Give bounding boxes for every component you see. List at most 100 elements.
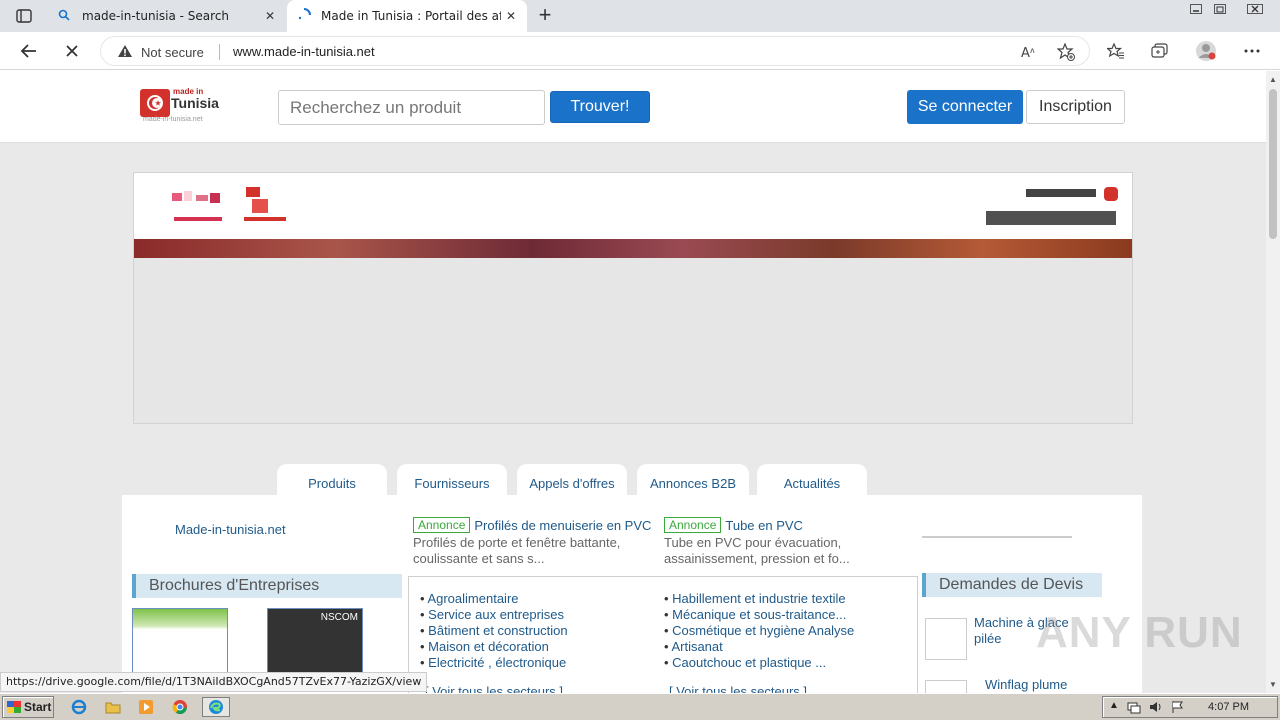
window-close-icon[interactable] — [1242, 2, 1268, 16]
close-icon[interactable]: ✕ — [503, 8, 519, 24]
site-logo[interactable]: made in Tunisia made-in-tunisia.net — [140, 87, 226, 125]
signup-button[interactable]: Inscription — [1026, 90, 1125, 124]
site-link[interactable]: Made-in-tunisia.net — [175, 522, 286, 537]
link-status-url: https://drive.google.com/file/d/1T3NAiId… — [0, 672, 428, 692]
scrollbar-thumb[interactable] — [1269, 89, 1277, 239]
more-menu-icon[interactable] — [1239, 39, 1265, 63]
edge-icon[interactable] — [202, 697, 230, 717]
brochures-heading: Brochures d'Entreprises — [132, 574, 402, 598]
url-text[interactable]: www.made-in-tunisia.net — [233, 44, 375, 59]
clock[interactable]: 4:07 PM — [1208, 701, 1249, 713]
tab-title: Made in Tunisia : Portail des affair — [321, 9, 501, 23]
section-tabs: Produits Fournisseurs Appels d'offres An… — [0, 464, 1266, 496]
tab-annonces-b2b[interactable]: Annonces B2B — [637, 464, 749, 496]
volume-icon[interactable] — [1149, 700, 1163, 717]
find-button[interactable]: Trouver! — [550, 91, 650, 123]
ad-banner[interactable] — [133, 172, 1133, 424]
chrome-icon[interactable] — [169, 697, 191, 717]
brochure-thumbnail[interactable] — [132, 608, 228, 678]
ad-badge: Annonce — [664, 517, 722, 533]
new-tab-button[interactable]: + — [534, 4, 556, 27]
loading-icon — [297, 7, 311, 25]
see-all-sectors-link[interactable]: [ Voir tous les secteurs ] — [425, 684, 563, 693]
quotes-heading: Demandes de Devis — [922, 573, 1102, 597]
start-button[interactable]: Start — [2, 696, 54, 718]
windows-logo-icon — [7, 701, 21, 713]
browser-tab-active[interactable]: Made in Tunisia : Portail des affair ✕ — [287, 0, 527, 32]
sector-link[interactable]: Bâtiment et construction — [420, 623, 567, 638]
ie-icon[interactable] — [68, 697, 90, 717]
sponsored-ad[interactable]: Annonce Profilés de menuiserie en PVC Pr… — [413, 517, 668, 567]
scroll-down-icon[interactable]: ▼ — [1269, 680, 1277, 689]
security-label: Not secure — [141, 45, 204, 60]
scroll-up-icon[interactable]: ▲ — [1269, 75, 1277, 84]
media-player-icon[interactable] — [135, 697, 157, 717]
minimize-icon[interactable] — [1186, 2, 1206, 16]
site-header: made in Tunisia made-in-tunisia.net Trou… — [0, 71, 1266, 143]
back-icon[interactable] — [14, 39, 42, 63]
ad-badge: Annonce — [413, 517, 471, 533]
logo-sub-text: made-in-tunisia.net — [143, 116, 203, 123]
anyrun-watermark: ANY RUN — [1036, 608, 1243, 657]
brochure-thumbnail[interactable]: NSCOM — [267, 608, 363, 678]
read-aloud-icon[interactable]: Aʌ — [1019, 41, 1041, 63]
logo-main-text: Tunisia — [171, 95, 219, 111]
tab-appels-offres[interactable]: Appels d'offres — [517, 464, 627, 496]
tab-title: made-in-tunisia - Search — [82, 9, 230, 23]
quote-link[interactable]: Winflag plume — [985, 677, 1095, 693]
sector-link[interactable]: Agroalimentaire — [420, 591, 518, 606]
windows-taskbar: Start ▲ 4:07 PM — [0, 693, 1280, 720]
svg-text:ʌ: ʌ — [1030, 46, 1035, 55]
sector-link[interactable]: Artisanat — [664, 639, 722, 654]
security-indicator[interactable]: Not secure — [117, 44, 204, 61]
web-page: made in Tunisia made-in-tunisia.net Trou… — [0, 71, 1266, 693]
quote-thumbnail[interactable] — [925, 680, 967, 693]
ad-description: Profilés de porte et fenêtre battante, c… — [413, 535, 621, 566]
add-favorite-icon[interactable] — [1055, 41, 1077, 63]
sector-link[interactable]: Caoutchouc et plastique ... — [664, 655, 826, 670]
tab-actions-icon[interactable] — [10, 6, 38, 26]
network-icon[interactable] — [1127, 700, 1141, 717]
quote-thumbnail[interactable] — [925, 618, 967, 660]
sector-link[interactable]: Habillement et industrie textile — [664, 591, 845, 606]
tab-actualites[interactable]: Actualités — [757, 464, 867, 496]
ad-description: Tube en PVC pour évacuation, assainissem… — [664, 535, 850, 566]
browser-tab-bar: made-in-tunisia - Search ✕ Made in Tunis… — [0, 0, 1280, 32]
banner-top — [134, 173, 1132, 239]
close-icon[interactable]: ✕ — [262, 8, 278, 24]
sector-link[interactable]: Electricité , électronique — [420, 655, 566, 670]
tray-expand-icon[interactable]: ▲ — [1109, 700, 1119, 711]
brochure-label: NSCOM — [320, 612, 358, 623]
restore-icon[interactable] — [1210, 2, 1230, 16]
ad-title[interactable]: Profilés de menuiserie en PVC — [474, 518, 651, 533]
sector-link[interactable]: Service aux entreprises — [420, 607, 564, 622]
sector-link[interactable]: Cosmétique et hygiène Analyse — [664, 623, 854, 638]
see-all-sectors-link[interactable]: [ Voir tous les secteurs ] — [669, 684, 807, 693]
stop-loading-icon[interactable] — [58, 39, 86, 63]
login-button[interactable]: Se connecter — [907, 90, 1023, 124]
warning-icon — [117, 44, 133, 61]
address-bar-row: Not secure www.made-in-tunisia.net Aʌ — [0, 32, 1280, 70]
divider — [219, 44, 220, 60]
divider — [922, 536, 1072, 538]
product-search-input[interactable] — [278, 90, 545, 125]
browser-tab-search[interactable]: made-in-tunisia - Search ✕ — [48, 0, 286, 32]
tab-fournisseurs[interactable]: Fournisseurs — [397, 464, 507, 496]
page-scrollbar[interactable]: ▲ ▼ — [1266, 71, 1280, 693]
ad-title[interactable]: Tube en PVC — [725, 518, 803, 533]
sector-link[interactable]: Mécanique et sous-traitance... — [664, 607, 846, 622]
address-bar[interactable]: Not secure www.made-in-tunisia.net Aʌ — [100, 36, 1090, 66]
search-icon — [58, 9, 70, 24]
flag-icon[interactable] — [1171, 700, 1185, 717]
start-label: Start — [24, 700, 52, 714]
svg-text:A: A — [1021, 46, 1030, 59]
collections-icon[interactable] — [1147, 39, 1173, 63]
tab-produits[interactable]: Produits — [277, 464, 387, 496]
sectors-box: Agroalimentaire Service aux entreprises … — [408, 576, 918, 693]
favorites-icon[interactable] — [1103, 39, 1129, 63]
sponsored-ad[interactable]: Annonce Tube en PVC Tube en PVC pour éva… — [664, 517, 919, 567]
profile-avatar-icon[interactable] — [1193, 39, 1219, 63]
tunisia-flag-icon — [140, 89, 170, 117]
folder-icon[interactable] — [102, 697, 124, 717]
sector-link[interactable]: Maison et décoration — [420, 639, 549, 654]
